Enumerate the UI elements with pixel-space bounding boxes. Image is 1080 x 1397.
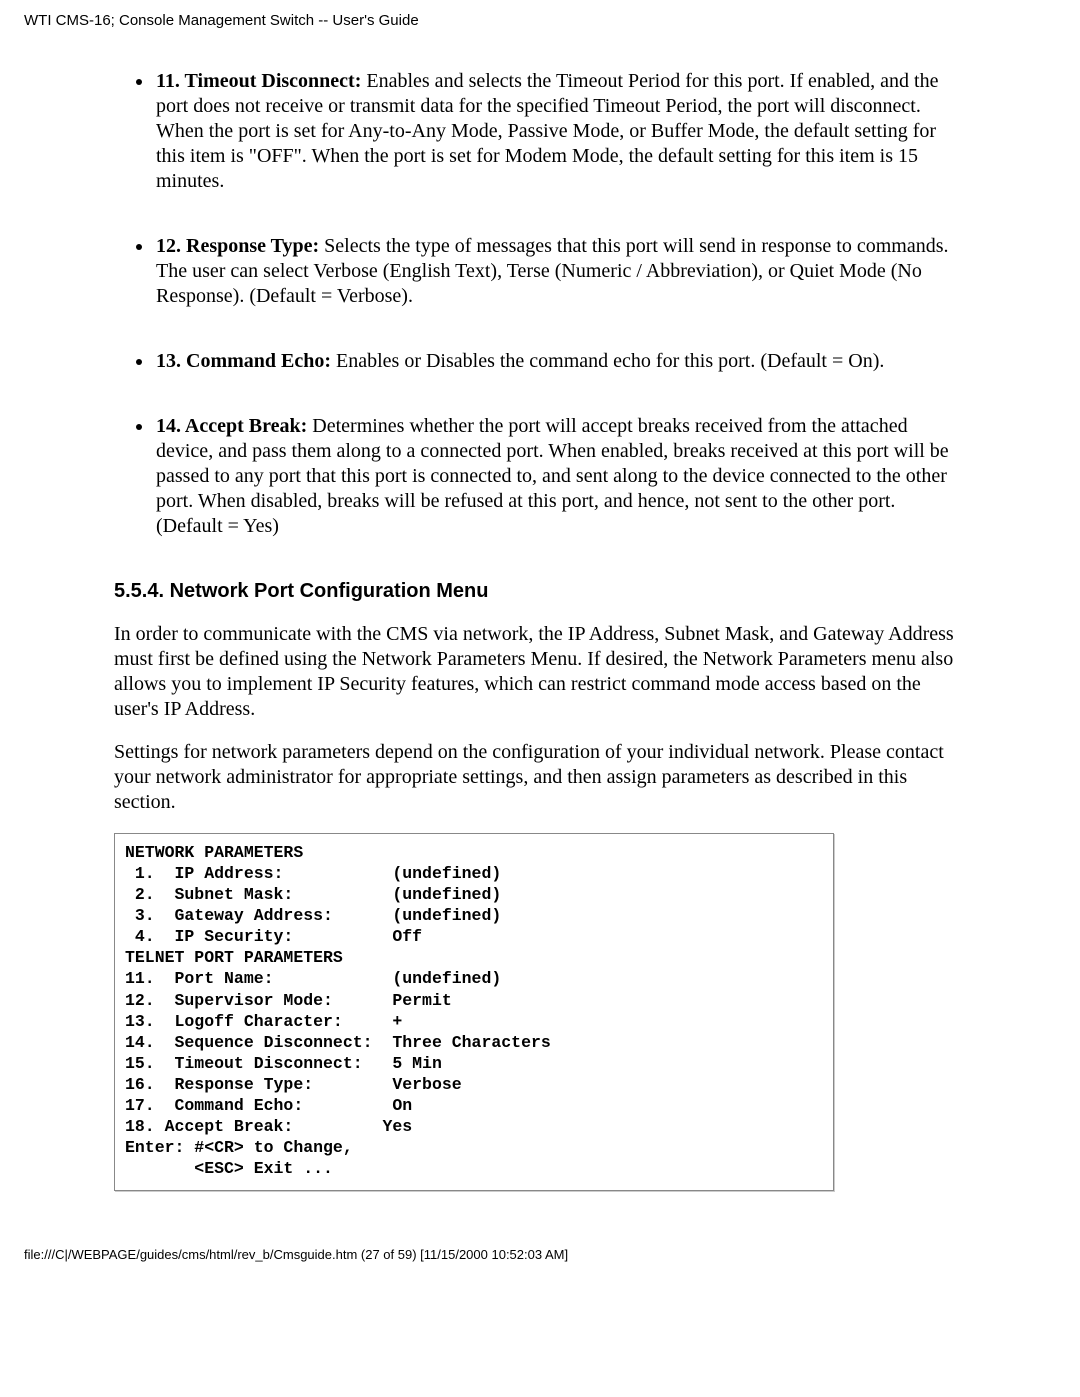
list-item: 11. Timeout Disconnect: Enables and sele… (154, 69, 966, 194)
item-title: 12. Response Type: (156, 235, 319, 257)
item-body: Enables or Disables the command echo for… (336, 350, 884, 372)
terminal-line: 13. Logoff Character: + (125, 1011, 823, 1032)
section-paragraph: In order to communicate with the CMS via… (114, 622, 966, 722)
list-item: 12. Response Type: Selects the type of m… (154, 234, 966, 309)
main-content: 11. Timeout Disconnect: Enables and sele… (24, 33, 1056, 1191)
terminal-line: 2. Subnet Mask: (undefined) (125, 884, 823, 905)
terminal-line: 12. Supervisor Mode: Permit (125, 990, 823, 1011)
terminal-line: <ESC> Exit ... (125, 1158, 823, 1179)
terminal-line: 15. Timeout Disconnect: 5 Min (125, 1053, 823, 1074)
terminal-line: 14. Sequence Disconnect: Three Character… (125, 1032, 823, 1053)
page-header: WTI CMS-16; Console Management Switch --… (24, 12, 1056, 33)
terminal-line: NETWORK PARAMETERS (125, 842, 823, 863)
terminal-line: 16. Response Type: Verbose (125, 1074, 823, 1095)
item-title: 11. Timeout Disconnect: (156, 70, 361, 92)
item-title: 13. Command Echo: (156, 350, 331, 372)
terminal-box: NETWORK PARAMETERS 1. IP Address: (undef… (114, 833, 834, 1191)
terminal-line: 17. Command Echo: On (125, 1095, 823, 1116)
terminal-line: 11. Port Name: (undefined) (125, 968, 823, 989)
terminal-line: 18. Accept Break: Yes (125, 1116, 823, 1137)
page-footer: file:///C|/WEBPAGE/guides/cms/html/rev_b… (24, 1191, 1056, 1263)
terminal-line: TELNET PORT PARAMETERS (125, 947, 823, 968)
item-title: 14. Accept Break: (156, 415, 307, 437)
terminal-line: 4. IP Security: Off (125, 926, 823, 947)
section-heading: 5.5.4. Network Port Configuration Menu (114, 579, 966, 604)
terminal-line: Enter: #<CR> to Change, (125, 1137, 823, 1158)
terminal-line: 3. Gateway Address: (undefined) (125, 905, 823, 926)
terminal-line: 1. IP Address: (undefined) (125, 863, 823, 884)
list-item: 13. Command Echo: Enables or Disables th… (154, 349, 966, 374)
list-item: 14. Accept Break: Determines whether the… (154, 414, 966, 539)
section-paragraph: Settings for network parameters depend o… (114, 740, 966, 815)
